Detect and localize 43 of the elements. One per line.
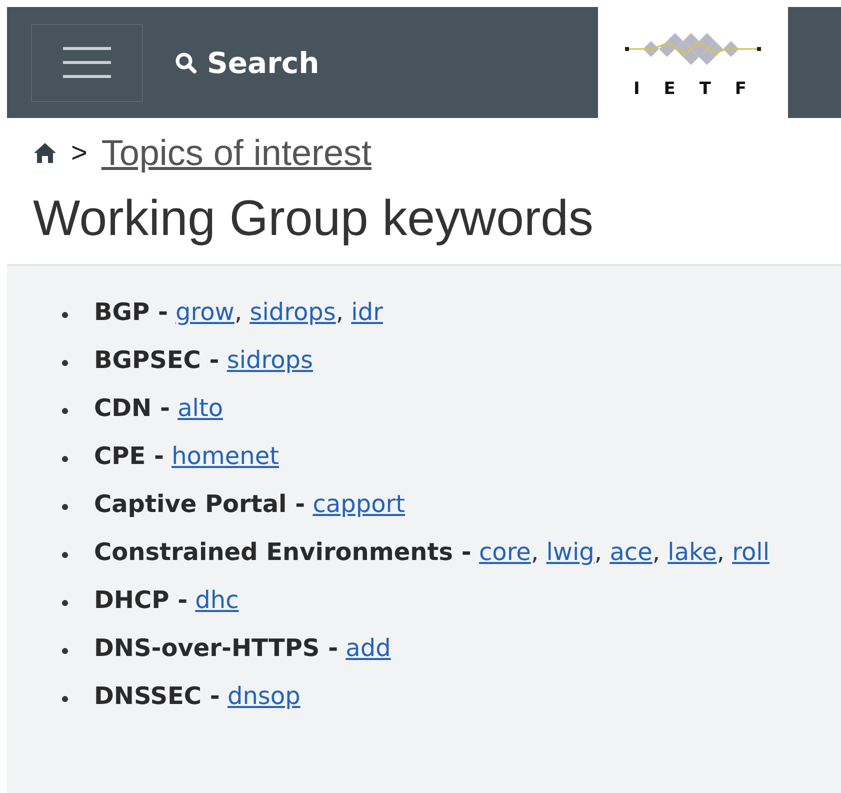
page-title: Working Group keywords: [33, 189, 594, 248]
bullet-icon: [62, 600, 68, 606]
search-icon: [175, 52, 197, 74]
keyword-entry: DHCP - dhc: [94, 585, 239, 616]
keyword-entry: CPE - homenet: [94, 441, 279, 472]
group-link[interactable]: sidrops: [250, 298, 336, 326]
keyword-entry: BGP - grow, sidrops, idr: [94, 297, 383, 328]
bullet-icon: [62, 408, 68, 414]
group-link[interactable]: lwig: [546, 538, 594, 566]
group-link[interactable]: dnsop: [227, 682, 300, 710]
breadcrumb-link[interactable]: Topics of interest: [101, 132, 372, 174]
logo[interactable]: I E T F: [598, 7, 788, 118]
group-link[interactable]: roll: [732, 538, 770, 566]
group-link[interactable]: lake: [668, 538, 717, 566]
home-icon[interactable]: [33, 142, 57, 164]
bullet-icon: [62, 312, 68, 318]
group-link[interactable]: add: [346, 634, 391, 662]
group-link[interactable]: idr: [351, 298, 383, 326]
group-link[interactable]: dhc: [195, 586, 239, 614]
keyword-entry: DNS-over-HTTPS - add: [94, 633, 391, 664]
breadcrumb-separator: >: [71, 137, 88, 169]
bullet-icon: [62, 648, 68, 654]
bullet-icon: [62, 360, 68, 366]
group-link[interactable]: sidrops: [226, 346, 314, 374]
keyword-entry: Constrained Environments - core, lwig, ace, lake, roll: [94, 537, 770, 568]
bullet-icon: [62, 504, 68, 510]
group-link[interactable]: alto: [178, 394, 224, 422]
bullet-icon: [62, 456, 68, 462]
bullet-icon: [62, 696, 68, 702]
keyword-entry: CDN - alto: [94, 393, 224, 424]
search-button[interactable]: Search: [175, 42, 320, 84]
menu-button[interactable]: [31, 24, 143, 102]
group-link[interactable]: capport: [312, 490, 406, 518]
logo-text: I E T F: [634, 78, 752, 98]
bullet-icon: [62, 552, 68, 558]
group-link[interactable]: grow: [176, 298, 234, 326]
group-link[interactable]: core: [478, 538, 531, 566]
menu-icon: [63, 46, 111, 80]
keyword-entry: Captive Portal - capport: [94, 489, 406, 520]
keyword-entry: BGPSEC - sidrops: [94, 345, 314, 376]
keyword-entry: DNSSEC - dnsop: [94, 681, 300, 712]
group-link[interactable]: homenet: [172, 442, 279, 470]
group-link[interactable]: ace: [610, 538, 652, 566]
